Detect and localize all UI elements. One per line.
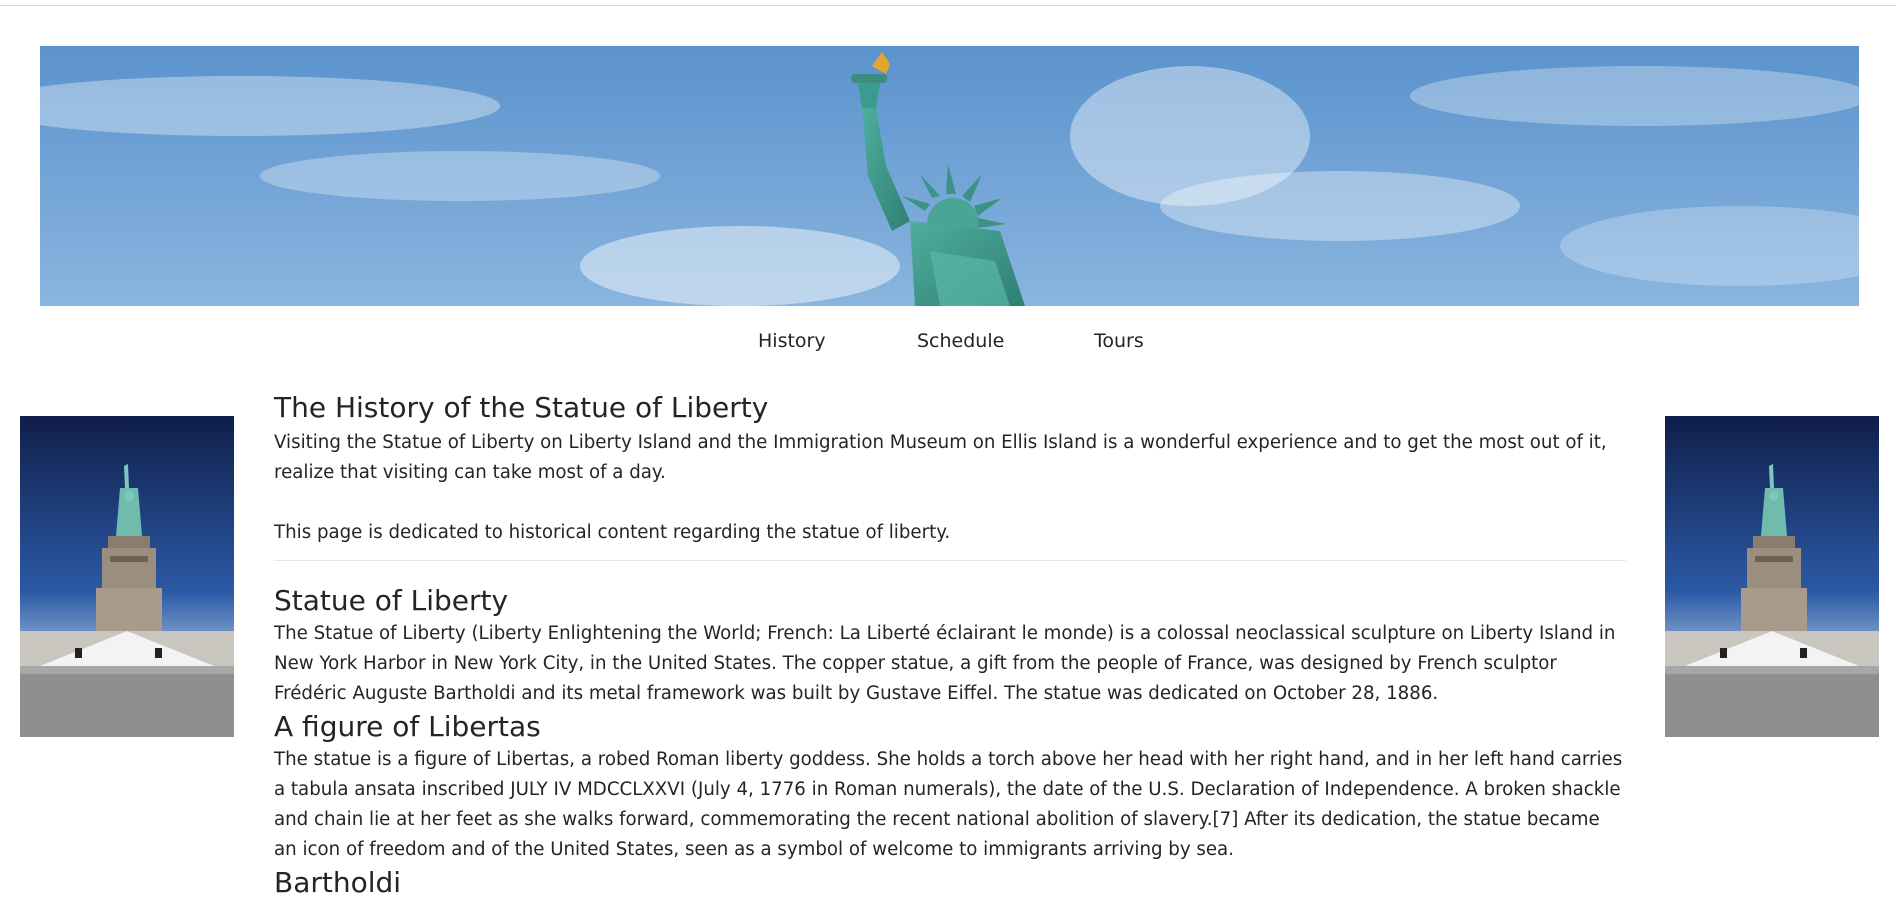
- section-body-statue: The Statue of Liberty (Liberty Enlighten…: [274, 623, 1616, 704]
- nav-link-tours[interactable]: Tours: [1094, 330, 1144, 352]
- nav-link-history[interactable]: History: [758, 330, 826, 352]
- section-heading-statue: Statue of Liberty: [274, 584, 509, 617]
- nav-link-schedule[interactable]: Schedule: [917, 330, 1004, 352]
- intro-note: This page is dedicated to historical con…: [274, 522, 951, 543]
- header-banner-image: [40, 46, 1859, 306]
- top-divider: [0, 5, 1896, 6]
- section-body-libertas: The statue is a figure of Libertas, a ro…: [274, 749, 1623, 860]
- section-divider: [274, 560, 1626, 561]
- intro-paragraph: Visiting the Statue of Liberty on Libert…: [274, 432, 1607, 483]
- main-nav: History Schedule Tours: [0, 330, 1896, 354]
- section-heading-bartholdi: Bartholdi: [274, 866, 402, 899]
- page-title: The History of the Statue of Liberty: [274, 391, 769, 424]
- main-content: The History of the Statue of Liberty Vis…: [274, 388, 1626, 901]
- section-heading-libertas: A figure of Libertas: [274, 710, 541, 743]
- statue-photo-left: [20, 416, 234, 737]
- statue-photo-right: [1665, 416, 1879, 737]
